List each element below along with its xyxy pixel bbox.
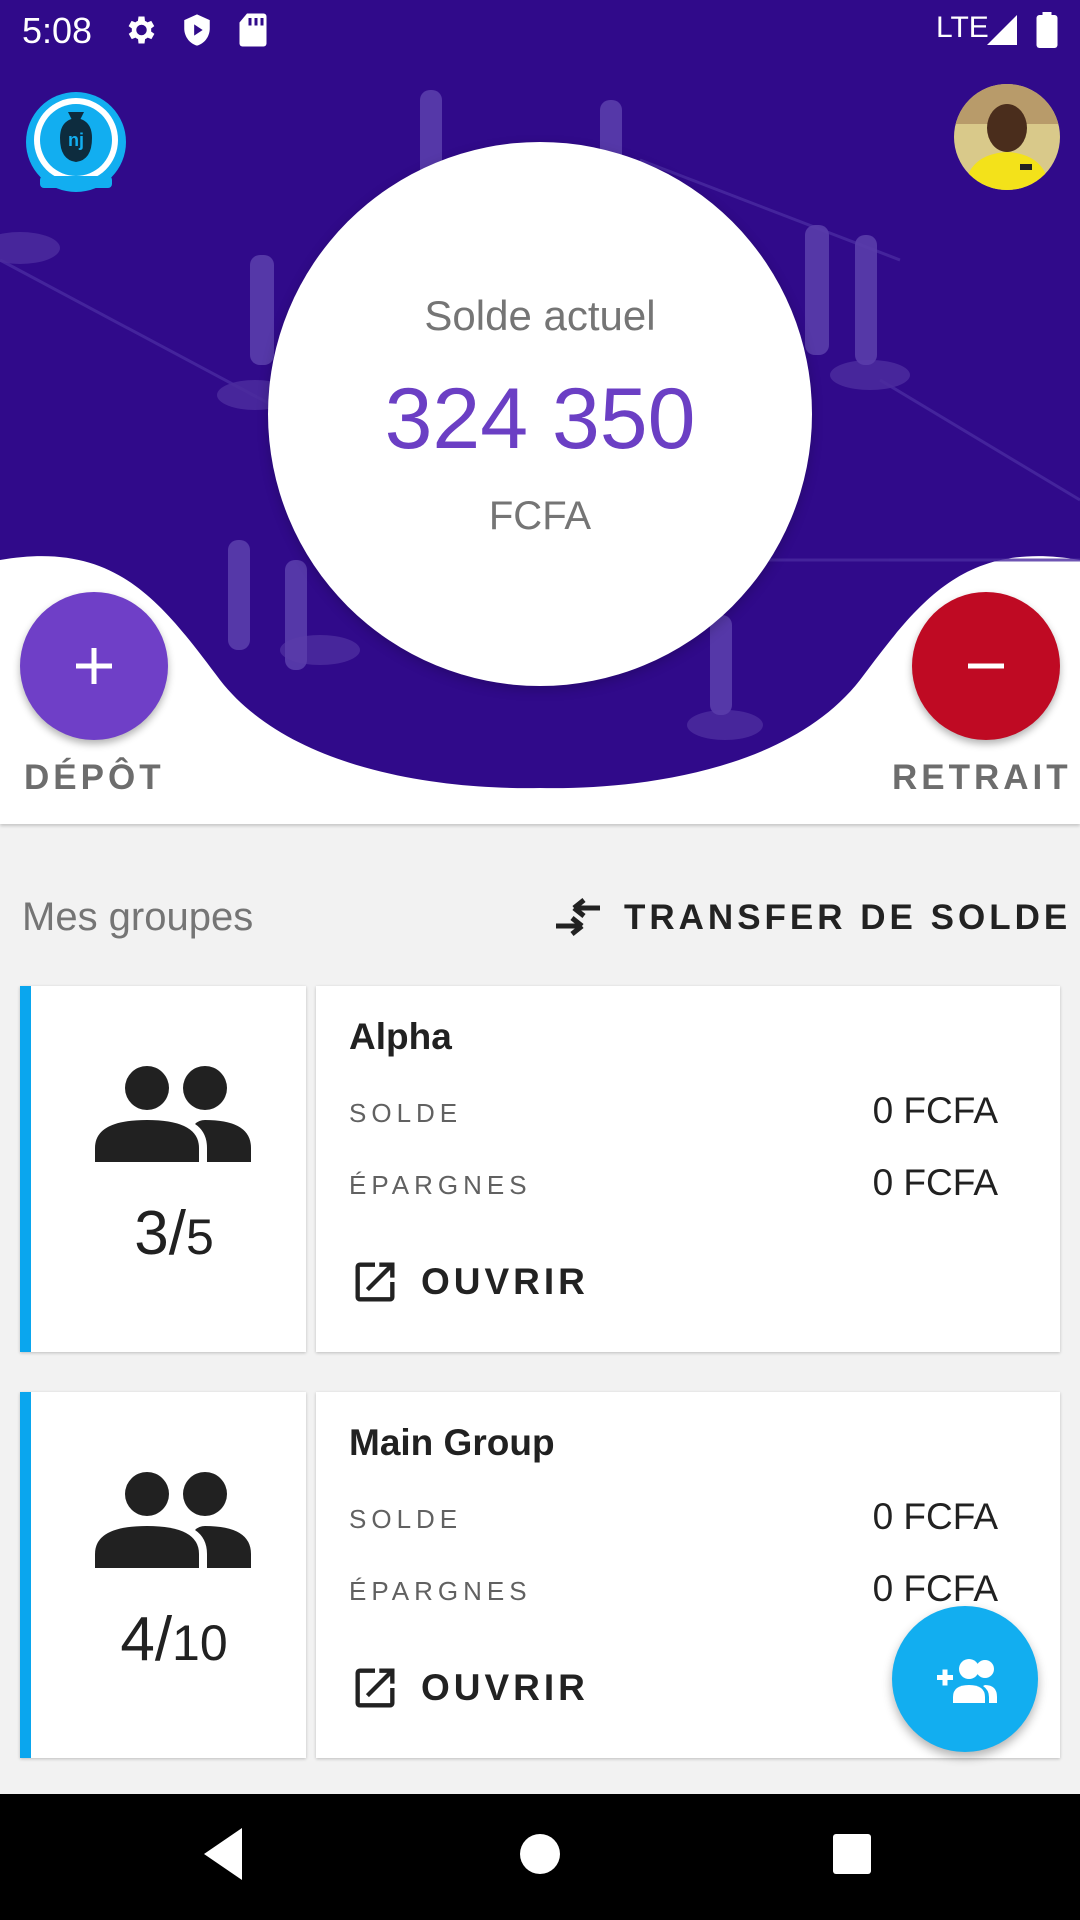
group-details-panel: Alpha SOLDE 0 FCFA ÉPARGNES 0 FCFA OUVRI… <box>316 986 1060 1352</box>
withdraw-label[interactable]: RETRAIT <box>892 758 1072 798</box>
network-type: LTE <box>936 11 989 44</box>
balance-label: Solde actuel <box>424 292 656 339</box>
avatar-image <box>954 84 1060 190</box>
group-members-panel: 3/5 <box>20 986 306 1352</box>
member-count-current: 3 <box>134 1199 169 1268</box>
group-savings-value: 0 FCFA <box>872 1162 998 1203</box>
battery-icon <box>1036 12 1058 48</box>
group-savings-label: ÉPARGNES <box>349 1170 532 1200</box>
groups-section-title: Mes groupes <box>22 895 254 939</box>
gear-icon <box>128 16 155 44</box>
group-balance-value: 0 FCFA <box>872 1090 998 1131</box>
balance-card: Solde actuel 324 350 FCFA <box>268 142 812 686</box>
transfer-balance-button[interactable]: TRANSFER DE SOLDE <box>550 890 1071 946</box>
group-savings-value: 0 FCFA <box>872 1568 998 1609</box>
add-group-button[interactable] <box>892 1606 1038 1752</box>
navigation-bar <box>0 1794 1080 1920</box>
withdraw-button[interactable] <box>912 592 1060 740</box>
recents-icon[interactable] <box>830 1824 874 1884</box>
status-bar: 5:08 LTE <box>0 0 1080 62</box>
back-icon[interactable] <box>202 1824 246 1884</box>
group-icon <box>95 1066 251 1162</box>
balance-header: 5:08 LTE nj Solde actuel 324 350 FCFA DÉ… <box>0 0 1080 824</box>
home-icon[interactable] <box>516 1824 564 1884</box>
transfer-balance-label: TRANSFER DE SOLDE <box>624 898 1072 937</box>
open-group-button[interactable]: OUVRIR <box>349 1252 589 1312</box>
open-group-label: OUVRIR <box>421 1261 589 1302</box>
member-count: 3/5 <box>134 1199 214 1268</box>
open-in-new-icon <box>355 1668 395 1708</box>
balance-amount: 324 350 <box>384 371 696 467</box>
plus-icon <box>76 648 112 684</box>
open-group-label: OUVRIR <box>421 1667 589 1708</box>
group-savings-label: ÉPARGNES <box>349 1576 532 1606</box>
balance-currency: FCFA <box>488 494 592 538</box>
group-name: Alpha <box>349 1016 452 1057</box>
deposit-label[interactable]: DÉPÔT <box>24 758 165 798</box>
group-balance-label: SOLDE <box>349 1098 463 1128</box>
sd-card-icon <box>239 13 267 47</box>
open-in-new-icon <box>355 1262 395 1302</box>
group-name: Main Group <box>349 1422 555 1463</box>
group-card: 3/5 Alpha SOLDE 0 FCFA ÉPARGNES 0 FCFA O… <box>20 986 1060 1352</box>
open-group-button[interactable]: OUVRIR <box>349 1658 589 1718</box>
member-count-max: 10 <box>172 1615 228 1671</box>
group-members-panel: 4/10 <box>20 1392 306 1758</box>
transfer-arrows-icon <box>556 898 600 936</box>
user-avatar[interactable] <box>954 84 1060 190</box>
minus-icon <box>968 663 1004 669</box>
member-count-current: 4 <box>120 1605 155 1674</box>
status-time: 5:08 <box>22 10 93 51</box>
group-icon <box>95 1472 251 1568</box>
member-count: 4/10 <box>120 1605 228 1674</box>
svg-text:nj: nj <box>68 130 84 150</box>
group-balance-value: 0 FCFA <box>872 1496 998 1537</box>
deposit-button[interactable] <box>20 592 168 740</box>
member-count-max: 5 <box>185 1209 214 1265</box>
play-protect-icon <box>184 14 210 46</box>
signal-icon <box>987 15 1017 45</box>
money-bag-logo-icon[interactable]: nj <box>24 90 128 194</box>
add-group-icon <box>937 1659 997 1703</box>
group-balance-label: SOLDE <box>349 1504 463 1534</box>
